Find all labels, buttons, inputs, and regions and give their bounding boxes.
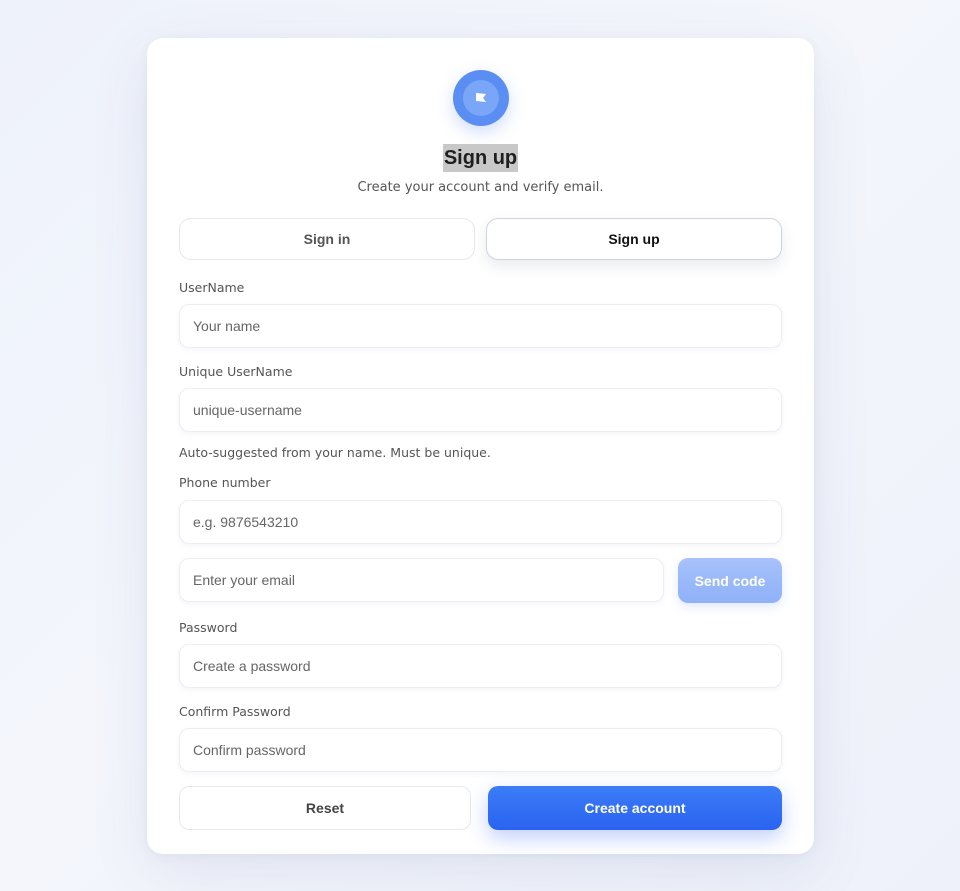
confirm-password-input[interactable] [179,728,782,772]
password-label: Password [179,620,238,635]
unique-username-input[interactable] [179,388,782,432]
page-subtitle: Create your account and verify email. [357,180,604,195]
confirm-password-label: Confirm Password [179,704,291,719]
app-logo [453,70,509,126]
username-label: UserName [179,280,245,295]
tab-sign-up[interactable]: Sign up [486,218,782,260]
tab-sign-in[interactable]: Sign in [179,218,475,260]
title-wrapper: Sign up [147,144,814,172]
phone-label: Phone number [179,475,271,490]
email-input[interactable] [179,558,664,602]
password-input[interactable] [179,644,782,688]
send-code-button[interactable]: Send code [678,558,782,603]
flag-icon [476,93,486,102]
logo-inner-circle [463,80,499,116]
page-title: Sign up [442,144,519,172]
signup-card: Sign up Create your account and verify e… [147,38,814,854]
username-input[interactable] [179,304,782,348]
create-account-button[interactable]: Create account [488,786,782,830]
unique-username-label: Unique UserName [179,364,293,379]
reset-button[interactable]: Reset [179,786,471,830]
phone-input[interactable] [179,500,782,544]
unique-username-hint: Auto-suggested from your name. Must be u… [179,445,491,460]
